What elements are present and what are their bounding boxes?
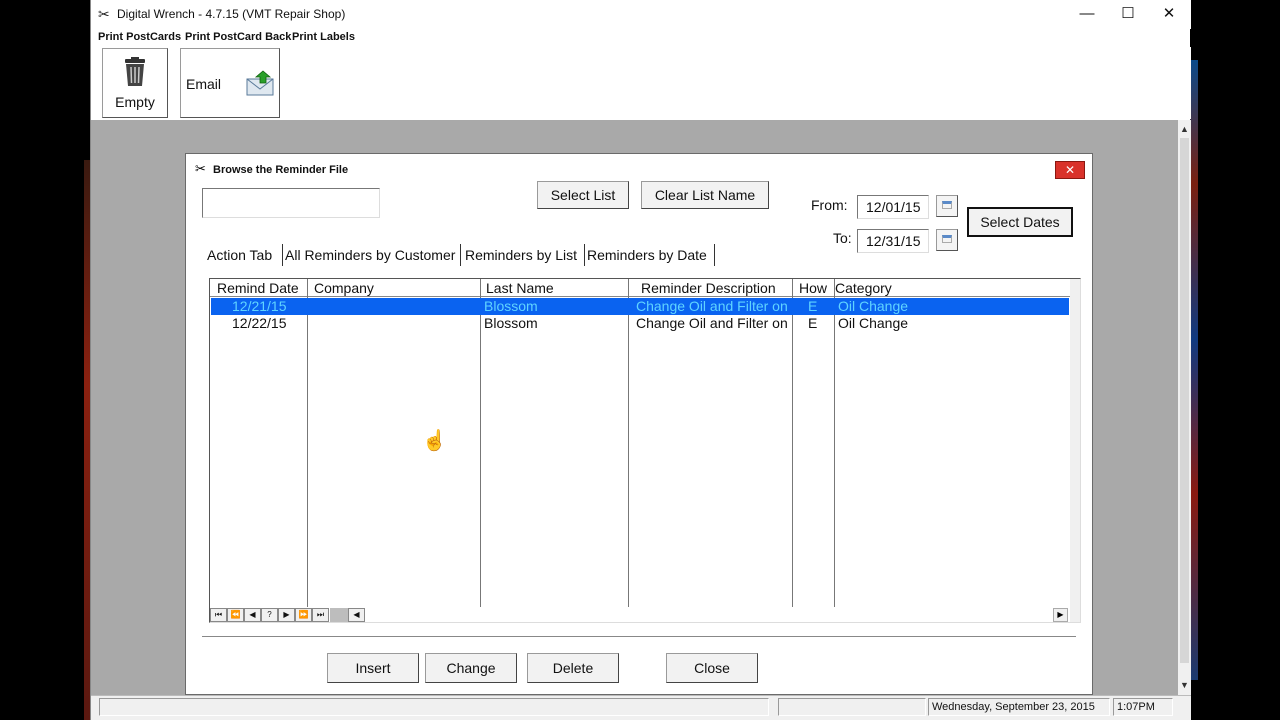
col-last-name[interactable]: Last Name xyxy=(486,280,554,296)
cell-how: E xyxy=(808,315,818,331)
menu-print-labels[interactable]: Print Labels xyxy=(292,31,355,43)
screen: ✂ Digital Wrench - 4.7.15 (VMT Repair Sh… xyxy=(0,0,1280,720)
tab-reminders-by-list[interactable]: Reminders by List xyxy=(465,244,585,266)
list-name-field[interactable] xyxy=(202,188,380,218)
col-category[interactable]: Category xyxy=(835,280,892,296)
wrench-icon: ✂ xyxy=(195,161,206,176)
desktop-left xyxy=(0,0,85,720)
change-button[interactable]: Change xyxy=(425,653,517,683)
tab-action[interactable]: Action Tab xyxy=(207,244,283,266)
cell-remind-date: 12/22/15 xyxy=(232,315,287,331)
empty-button[interactable]: Empty xyxy=(102,48,168,118)
table-vertical-scrollbar[interactable] xyxy=(1070,279,1080,622)
email-label: Email xyxy=(186,76,222,92)
calendar-icon xyxy=(942,235,952,243)
title-bar[interactable]: ✂ Digital Wrench - 4.7.15 (VMT Repair Sh… xyxy=(91,0,1191,29)
maximize-button[interactable]: ☐ xyxy=(1107,4,1149,24)
reminder-table[interactable]: Remind Date Company Last Name Reminder D… xyxy=(209,278,1081,623)
calendar-icon xyxy=(942,201,952,209)
window-title: Digital Wrench - 4.7.15 (VMT Repair Shop… xyxy=(117,7,346,21)
status-bar: Wednesday, September 23, 2015 1:07PM xyxy=(91,695,1191,720)
scroll-down-arrow[interactable]: ▼ xyxy=(1178,678,1191,692)
cell-remind-date: 12/21/15 xyxy=(232,298,287,314)
nav-next-page-button[interactable]: ⏩ xyxy=(295,608,312,622)
nav-first-button[interactable]: ⏮ xyxy=(210,608,227,622)
nav-query-button[interactable]: ? xyxy=(261,608,278,622)
email-upload-icon xyxy=(246,70,274,96)
close-window-button[interactable]: ✕ xyxy=(1148,4,1190,24)
status-panel-main xyxy=(99,698,769,716)
cell-how: E xyxy=(808,298,818,314)
cell-description: Change Oil and Filter on xyxy=(636,298,788,314)
col-reminder-description[interactable]: Reminder Description xyxy=(641,280,776,296)
table-row[interactable]: 12/22/15 Blossom Change Oil and Filter o… xyxy=(211,315,1069,332)
nav-prev-page-button[interactable]: ⏪ xyxy=(227,608,244,622)
menu-bar: Print PostCards Print PostCard Back Prin… xyxy=(91,29,1191,47)
scroll-up-arrow[interactable]: ▲ xyxy=(1178,122,1191,136)
minimize-button[interactable]: — xyxy=(1066,4,1108,24)
hand-cursor-icon: ☝ xyxy=(422,430,447,452)
to-calendar-button[interactable] xyxy=(936,229,958,251)
dialog-title-bar[interactable]: ✂ Browse the Reminder File ✕ xyxy=(186,154,1092,184)
desktop-right xyxy=(1190,0,1280,720)
nav-next-button[interactable]: ▶ xyxy=(278,608,295,622)
browse-reminder-dialog: ✂ Browse the Reminder File ✕ Select List… xyxy=(185,153,1093,695)
select-dates-button[interactable]: Select Dates xyxy=(967,207,1073,237)
divider xyxy=(202,636,1076,637)
col-how[interactable]: How xyxy=(799,280,827,296)
insert-button[interactable]: Insert xyxy=(327,653,419,683)
cell-category: Oil Change xyxy=(838,298,909,314)
col-remind-date[interactable]: Remind Date xyxy=(217,280,299,296)
col-company[interactable]: Company xyxy=(314,280,374,296)
hscroll-left-button[interactable]: ◀ xyxy=(348,608,365,622)
hscroll-right-button[interactable]: ▶ xyxy=(1053,608,1068,622)
empty-label: Empty xyxy=(115,94,155,110)
hscroll-thumb[interactable] xyxy=(330,608,348,622)
toolbar: Empty Email xyxy=(91,47,1191,119)
from-calendar-button[interactable] xyxy=(936,195,958,217)
close-button[interactable]: Close xyxy=(666,653,758,683)
to-date-field[interactable]: 12/31/15 xyxy=(857,229,929,253)
clear-list-name-button[interactable]: Clear List Name xyxy=(641,181,769,209)
to-label: To: xyxy=(833,230,852,246)
table-header: Remind Date Company Last Name Reminder D… xyxy=(210,279,1070,297)
status-panel-2 xyxy=(778,698,926,716)
cell-last-name: Blossom xyxy=(484,315,538,331)
select-list-button[interactable]: Select List xyxy=(537,181,629,209)
tab-reminders-by-date[interactable]: Reminders by Date xyxy=(587,244,715,266)
menu-print-postcard-back[interactable]: Print PostCard Back xyxy=(185,31,291,43)
from-date-field[interactable]: 12/01/15 xyxy=(857,195,929,219)
dialog-title: Browse the Reminder File xyxy=(213,164,349,176)
table-row[interactable]: 12/21/15 Blossom Change Oil and Filter o… xyxy=(211,298,1069,315)
status-date: Wednesday, September 23, 2015 xyxy=(928,698,1110,716)
menu-print-postcards[interactable]: Print PostCards xyxy=(98,31,181,43)
delete-button[interactable]: Delete xyxy=(527,653,619,683)
cell-last-name: Blossom xyxy=(484,298,538,314)
from-label: From: xyxy=(811,197,848,213)
nav-last-button[interactable]: ⏭ xyxy=(312,608,329,622)
trash-icon xyxy=(125,57,145,86)
desktop-right-wallpaper xyxy=(1190,60,1198,680)
scroll-thumb[interactable] xyxy=(1180,138,1189,663)
main-vertical-scrollbar[interactable]: ▲ ▼ xyxy=(1178,120,1191,695)
wrench-icon: ✂ xyxy=(98,6,110,22)
status-time: 1:07PM xyxy=(1113,698,1173,716)
dialog-close-button[interactable]: ✕ xyxy=(1055,161,1085,179)
nav-prev-button[interactable]: ◀ xyxy=(244,608,261,622)
tab-all-reminders-by-customer[interactable]: All Reminders by Customer xyxy=(285,244,461,266)
email-button[interactable]: Email xyxy=(180,48,280,118)
cell-description: Change Oil and Filter on xyxy=(636,315,788,331)
cell-category: Oil Change xyxy=(838,315,909,331)
